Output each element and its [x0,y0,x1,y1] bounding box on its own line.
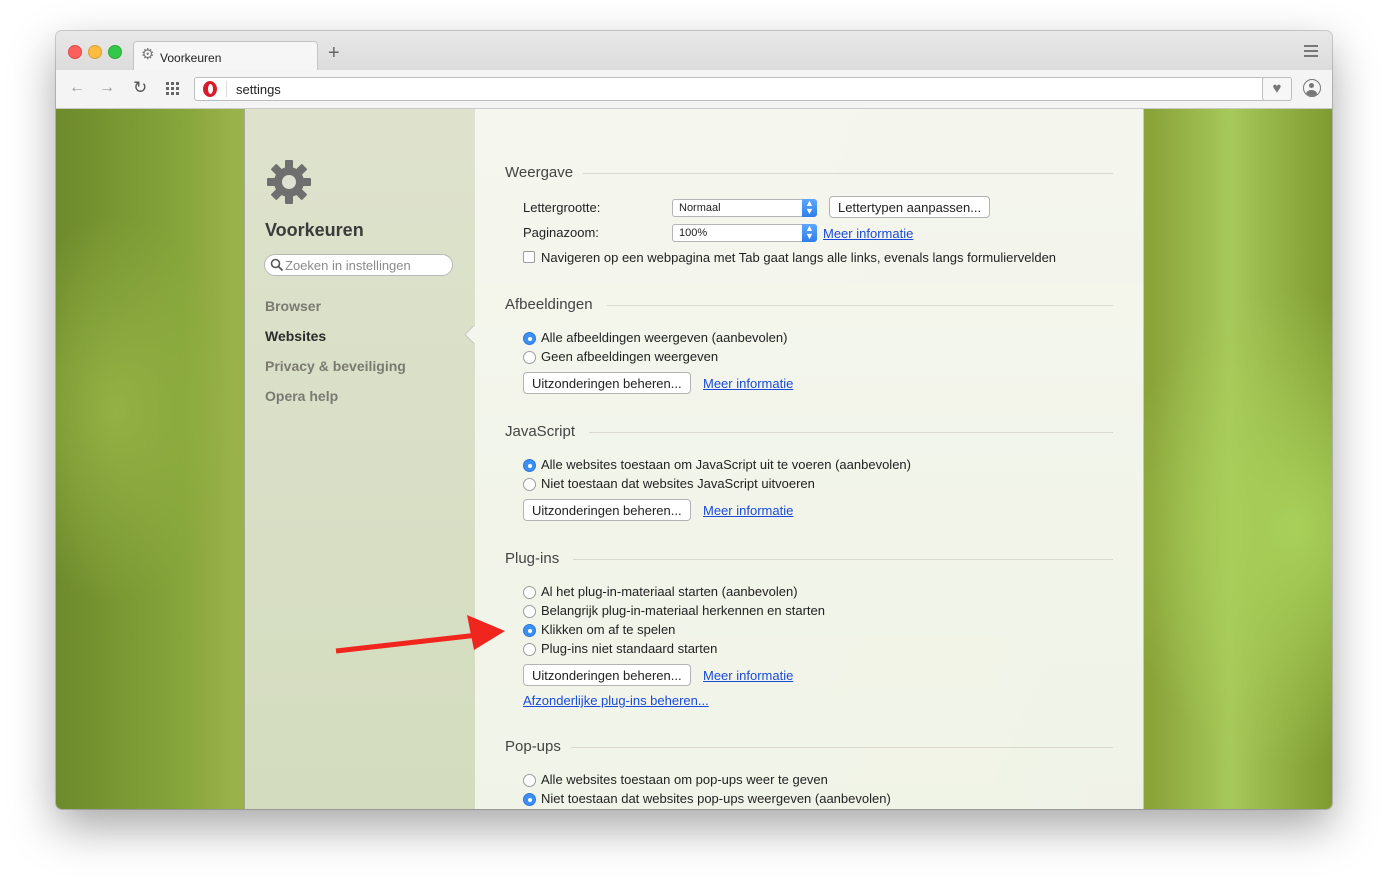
radio-js-allow[interactable] [523,459,536,472]
close-window-button[interactable] [68,45,82,59]
more-info-link-weergave[interactable]: Meer informatie [823,226,913,241]
radio-label: Alle websites toestaan om JavaScript uit… [541,457,911,472]
chevron-updown-icon: ▲ ▼ [802,199,817,217]
page-zoom-select[interactable]: 100% ▲ ▼ [672,224,817,242]
sidebar-item-websites[interactable]: Websites [265,328,326,344]
url-text[interactable]: settings [236,82,281,97]
section-divider [573,559,1113,560]
radio-label: Niet toestaan dat websites pop-ups weerg… [541,791,891,806]
back-button[interactable]: ← [69,79,85,97]
radio-plugins-click-to-play[interactable] [523,624,536,637]
settings-search[interactable] [264,254,453,276]
page-content: Voorkeuren Browser Websites Privacy & be… [56,109,1332,809]
tab-title: Voorkeuren [160,51,222,65]
exceptions-button-js[interactable]: Uitzonderingen beheren... [523,499,691,521]
page-title: Voorkeuren [265,220,364,240]
more-info-link-plugins[interactable]: Meer informatie [703,668,793,683]
address-toolbar: ← → ↻ settings ♥ [56,70,1332,109]
radio-label: Niet toestaan dat websites JavaScript ui… [541,476,815,491]
section-heading-popups: Pop-ups [505,738,561,755]
radio-popups-block[interactable] [523,793,536,806]
section-heading-plugins: Plug-ins [505,550,560,567]
section-heading-weergave: Weergave [505,164,574,181]
gear-icon: ⚙ [141,46,155,63]
sidebar-item-opera-help[interactable]: Opera help [265,388,338,404]
radio-label: Geen afbeeldingen weergeven [541,349,719,364]
sidebar-item-browser[interactable]: Browser [265,298,321,314]
heart-icon[interactable]: ♥ [1262,77,1292,101]
address-bar[interactable]: settings [194,77,1290,101]
chevron-updown-icon: ▲ ▼ [802,224,817,242]
section-divider [589,432,1113,433]
gear-icon [267,160,311,204]
section-heading-javascript: JavaScript [505,423,576,440]
radio-label: Belangrijk plug-in-materiaal herkennen e… [541,603,825,618]
browser-window: ⚙ Voorkeuren + ← → ↻ settings ♥ Voorkeur… [56,31,1332,809]
radio-plugins-all[interactable] [523,586,536,599]
tab-bar: ⚙ Voorkeuren + [56,31,1332,71]
search-icon [270,258,284,272]
profile-icon[interactable] [1303,79,1321,97]
radio-label: Klikken om af te spelen [541,622,676,637]
page-zoom-value: 100% [679,227,708,239]
tab-voorkeuren[interactable]: ⚙ Voorkeuren [133,41,318,71]
font-size-label: Lettergrootte: [523,200,601,215]
radio-images-all[interactable] [523,332,536,345]
url-separator [226,81,227,97]
page-zoom-label: Paginazoom: [523,225,599,240]
radio-label: Al het plug-in-materiaal starten (aanbev… [541,584,798,599]
radio-plugins-off[interactable] [523,643,536,656]
sidebar-item-privacy[interactable]: Privacy & beveiliging [265,358,406,374]
radio-js-block[interactable] [523,478,536,491]
tab-navigation-label: Navigeren op een webpagina met Tab gaat … [541,250,1057,265]
tab-menu-icon[interactable] [1304,45,1318,60]
radio-label: Plug-ins niet standaard starten [541,641,718,656]
radio-plugins-important[interactable] [523,605,536,618]
more-info-link-js[interactable]: Meer informatie [703,503,793,518]
minimize-window-button[interactable] [88,45,102,59]
radio-images-none[interactable] [523,351,536,364]
search-input[interactable] [285,257,445,273]
reload-button[interactable]: ↻ [133,79,147,97]
new-tab-button[interactable]: + [328,41,340,65]
customize-fonts-button[interactable]: Lettertypen aanpassen... [829,196,991,218]
radio-popups-allow[interactable] [523,774,536,787]
settings-sidebar: Voorkeuren Browser Websites Privacy & be… [244,109,476,809]
speed-dial-grid-icon[interactable] [166,82,179,95]
font-size-select[interactable]: Normaal ▲ ▼ [672,199,817,217]
section-divider [583,173,1113,174]
section-divider [607,305,1113,306]
section-heading-afbeeldingen: Afbeeldingen [505,296,593,313]
radio-label: Alle websites toestaan om pop-ups weer t… [541,772,828,787]
section-divider [571,747,1113,748]
opera-logo-icon[interactable] [203,81,217,97]
zoom-window-button[interactable] [108,45,122,59]
exceptions-button-images[interactable]: Uitzonderingen beheren... [523,372,691,394]
forward-button[interactable]: → [99,79,115,97]
tab-navigation-checkbox[interactable] [523,251,535,263]
exceptions-button-plugins[interactable]: Uitzonderingen beheren... [523,664,691,686]
manage-plugins-link[interactable]: Afzonderlijke plug-ins beheren... [523,693,709,708]
more-info-link-images[interactable]: Meer informatie [703,376,793,391]
settings-main: Weergave Lettergrootte: Normaal ▲ ▼ Lette… [475,109,1144,809]
radio-label: Alle afbeeldingen weergeven (aanbevolen) [541,330,788,345]
font-size-value: Normaal [679,202,721,214]
